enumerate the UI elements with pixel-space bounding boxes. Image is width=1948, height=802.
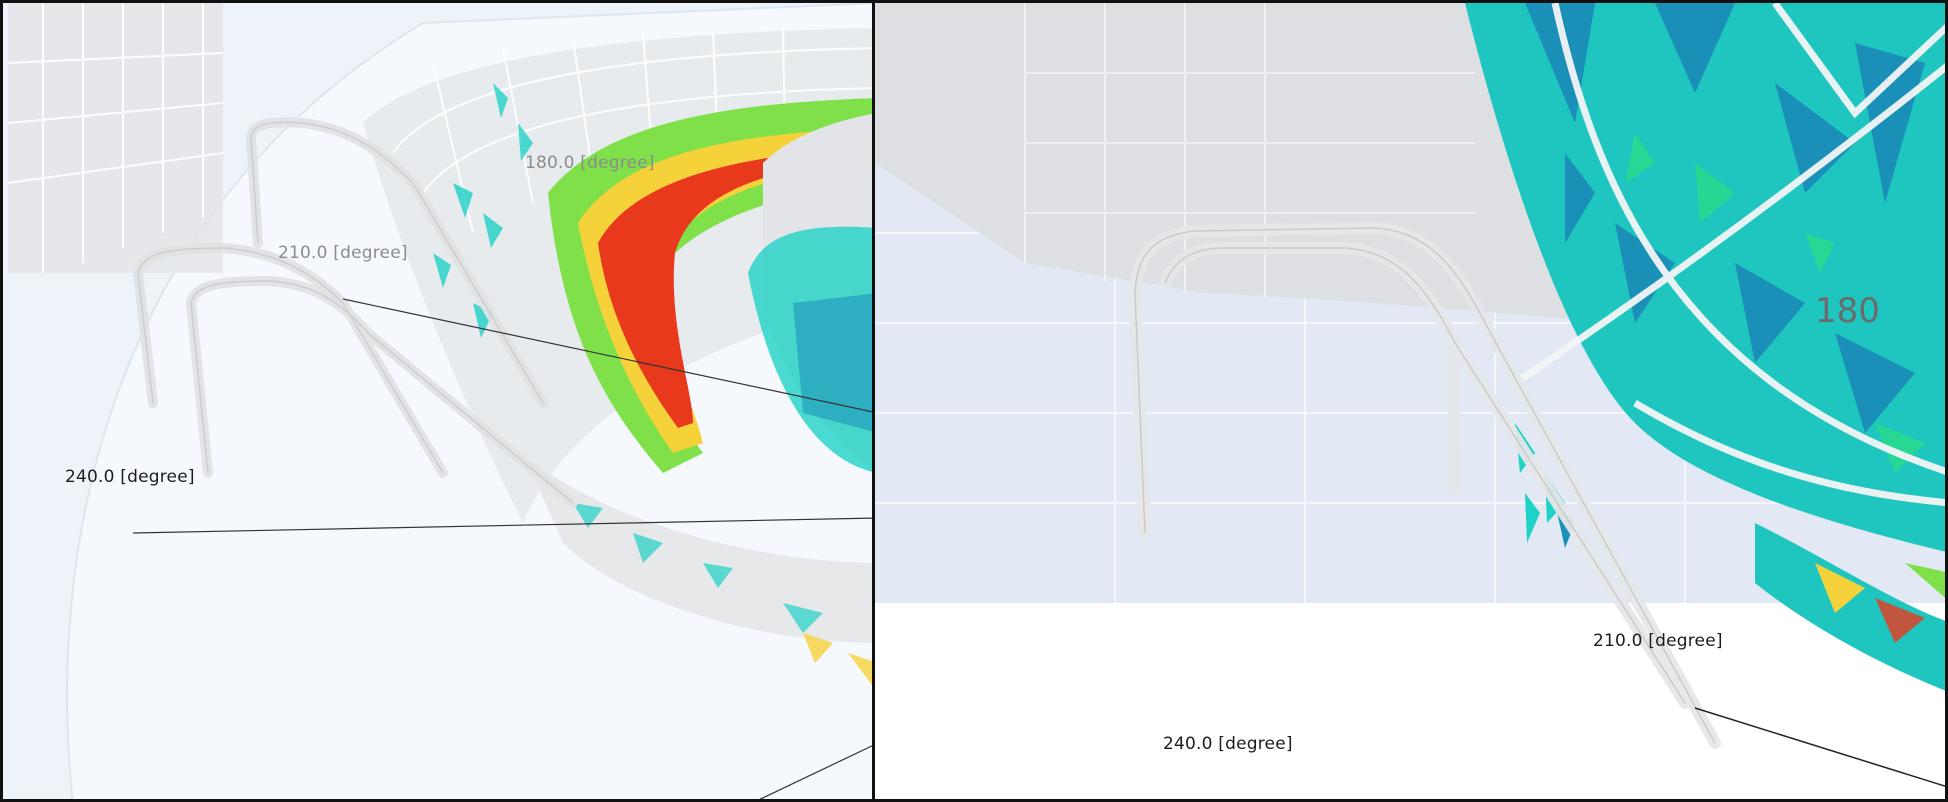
right-3d-viewport[interactable]: 180 210.0 [degree] 240.0 [degree] xyxy=(872,0,1948,802)
right-scene-render xyxy=(875,3,1945,799)
left-scene-render xyxy=(3,3,872,799)
dual-viewport: 180.0 [degree] 210.0 [degree] 240.0 [deg… xyxy=(0,0,1948,802)
angle-label-240-closeup: 240.0 [degree] xyxy=(1163,734,1293,754)
left-3d-viewport[interactable]: 180.0 [degree] 210.0 [degree] 240.0 [deg… xyxy=(0,0,875,802)
angle-label-210-closeup: 210.0 [degree] xyxy=(1593,631,1723,651)
angle-label-240: 240.0 [degree] xyxy=(65,467,195,487)
angle-label-180: 180.0 [degree] xyxy=(525,153,655,173)
angle-label-180-closeup: 180 xyxy=(1815,291,1880,331)
angle-label-210: 210.0 [degree] xyxy=(278,243,408,263)
